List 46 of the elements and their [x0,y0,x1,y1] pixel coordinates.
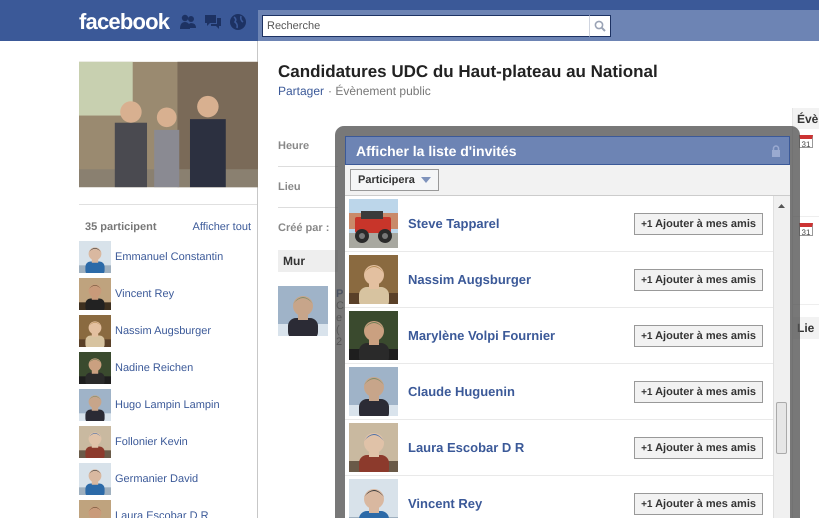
add-friend-button[interactable]: +1 Ajouter à mes amis [634,380,763,402]
friends-icon[interactable] [179,12,198,30]
guest-name[interactable]: Nassim Augsburger [408,272,532,287]
participant-count: 35 participent [85,221,157,233]
add-friend-button[interactable]: +1 Ajouter à mes amis [634,324,763,346]
add-friend-button[interactable]: +1 Ajouter à mes amis [634,268,763,290]
participant-name[interactable]: Vincent Rey [115,288,174,300]
calendar-icon: 31 [799,223,813,236]
globe-icon[interactable] [229,12,248,30]
filter-dropdown[interactable]: Participera [350,169,439,191]
participant-name[interactable]: Follonier Kevin [115,436,188,448]
caret-icon [420,177,431,183]
share-link[interactable]: Partager [278,84,324,98]
field-label: Lieu [278,181,301,193]
field-label: Heure [278,140,310,152]
logo[interactable]: facebook [79,8,170,34]
add-friend-button[interactable]: +1 Ajouter à mes amis [634,436,763,458]
participant-name[interactable]: Germanier David [115,472,198,484]
lock-icon [771,144,781,156]
scrollbar[interactable] [773,196,790,518]
messages-icon[interactable] [204,12,222,30]
wall-tab[interactable]: Mur [283,254,305,268]
guest-name[interactable]: Marylène Volpi Fournier [408,328,556,343]
guest-name[interactable]: Claude Huguenin [408,384,515,399]
field-label: Créé par : [278,222,330,234]
scroll-thumb[interactable] [776,402,787,454]
view-all-link[interactable]: Afficher tout [192,221,251,233]
participant-name[interactable]: Emmanuel Constantin [115,250,224,262]
participant-name[interactable]: Nadine Reichen [115,362,194,374]
scroll-up-icon[interactable] [778,204,785,208]
search-button[interactable] [589,14,611,36]
participant-name[interactable]: Nassim Augsburger [115,324,211,336]
dialog-title: Afficher la liste d'invités [356,142,516,158]
guest-name[interactable]: Vincent Rey [408,496,482,511]
participant-name[interactable]: Hugo Lampin Lampin [115,398,220,410]
post-text: ( [336,324,341,336]
calendar-icon: 31 [799,135,813,148]
search-field[interactable]: Recherche [262,14,589,36]
guest-name[interactable]: Steve Tapparel [408,216,500,231]
add-friend-button[interactable]: +1 Ajouter à mes amis [634,492,763,514]
search-icon [594,20,606,32]
section-heading: Évè [793,108,819,129]
event-visibility: · Évènement public [328,84,431,98]
event-title: Candidatures UDC du Haut-plateau au National [278,62,659,82]
add-friend-button[interactable]: +1 Ajouter à mes amis [634,212,763,234]
guest-name[interactable]: Laura Escobar D R [408,440,524,455]
